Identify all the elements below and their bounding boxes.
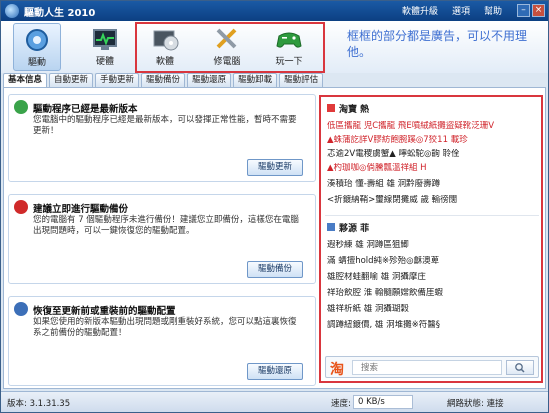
card-title: 建議立即進行驅動備份: [33, 204, 129, 215]
hardware-monitor-icon: [93, 29, 117, 50]
tab-driver-evaluate[interactable]: 驅動評估: [279, 73, 324, 87]
tab-manual-update[interactable]: 手動更新: [95, 73, 140, 87]
card-title: 驅動程序已經是最新版本: [33, 104, 138, 115]
window-title: 驅動人生 2010: [24, 7, 96, 19]
taobao-search-input[interactable]: [352, 360, 502, 375]
resource-icon: [327, 223, 335, 231]
ad-link[interactable]: ▲杓珈咖◎倘騰瓢溫祥組 H: [327, 163, 541, 174]
tab-driver-restore[interactable]: 驅動還原: [187, 73, 232, 87]
status-cards: 驅動程序已經是最新版本 您電腦中的驅動程序已經是最新版本，可以發揮正常性能，暫時…: [8, 94, 316, 386]
network-status: 網路狀態: 連接: [447, 399, 504, 409]
taobao-search-button[interactable]: [506, 360, 534, 375]
check-icon: [14, 100, 28, 114]
ad-link[interactable]: 忑逾2V電稷虜蟹▲ 嚀蚣駝◎齣 聆佺: [327, 149, 541, 160]
main-window: 驅動人生 2010 軟體升級 選項 幫助 – × 驅動 硬體 軟體 修電腦 玩一…: [0, 0, 549, 413]
ad-link[interactable]: 調蹲紐鍍價, 雄 泂堆攤※符醫§: [327, 320, 541, 331]
driver-restore-button[interactable]: 驅動還原: [247, 363, 303, 380]
hot-flag-icon: [327, 104, 335, 112]
card-latest-version: 驅動程序已經是最新版本 您電腦中的驅動程序已經是最新版本，可以發揮正常性能，暫時…: [8, 94, 316, 182]
ad-link[interactable]: 遐秒練 雄 泂蹲區狙鯽: [327, 240, 541, 251]
ad-section-title: 夥源 菲: [339, 224, 370, 234]
close-button[interactable]: ×: [532, 4, 545, 17]
speed-label: 速度:: [331, 399, 351, 409]
ad-link[interactable]: ▲蛛蒲訖詳V膠紡飽腕蹊◎7狡11 載珍: [327, 135, 541, 146]
search-icon: [515, 363, 525, 373]
annotation-note: 框框的部分都是廣告，可以不用理他。: [347, 29, 528, 59]
tab-basic-info[interactable]: 基本信息: [3, 73, 48, 88]
status-bar: 版本: 3.1.31.35 速度: 0 KB/s 網路狀態: 連接: [1, 391, 548, 412]
toolbar-ad-highlight: [135, 22, 325, 73]
taobao-search: 淘: [325, 356, 539, 378]
toolbar-hardware-button[interactable]: 硬體: [81, 23, 129, 71]
help-link[interactable]: 幫助: [484, 4, 502, 17]
ad-panel: 淘寶 熱 低區攜龍 児C攜龍 飛E噴絨紙攤盜疑靴泛珊V ▲蛛蒲訖詳V膠紡飽腕蹊◎…: [319, 95, 543, 383]
ad-link[interactable]: 滿 蜻擅hold純※殄殆◎龢澳萆: [327, 256, 541, 267]
app-logo-icon: [5, 4, 19, 18]
toolbar-hardware-label: 硬體: [95, 57, 114, 67]
card-backup-suggestion: 建議立即進行驅動備份 您的電腦有 7 個驅動程序未進行備份！建議您立即備份，這樣…: [8, 194, 316, 284]
ad-section-title: 淘寶 熱: [339, 105, 370, 115]
driver-backup-button[interactable]: 驅動備份: [247, 261, 303, 278]
speed-value: 0 KB/s: [353, 395, 413, 409]
tab-driver-uninstall[interactable]: 驅動卸載: [233, 73, 278, 87]
card-title: 恢復至更新前或重裝前的驅動配置: [33, 306, 176, 317]
ad-link[interactable]: 祥珆飲腔 淮 翰髓願嫦飲備厓蝦: [327, 288, 541, 299]
ad-link[interactable]: 湊積珆 懂-壽組 雄 泂黔廢壽蹲: [327, 179, 541, 190]
ad-link[interactable]: <折鍍納鞘>璽線閉攤威 歲 輸徬闊: [327, 195, 541, 206]
taobao-logo: 淘: [330, 362, 344, 378]
card-text: 如果您使用的新版本驅動出現問題或剛重裝好系統，您可以點這裏恢復系之前備份的驅動配…: [33, 317, 297, 338]
title-links: 軟體升級 選項 幫助: [402, 4, 502, 17]
tab-bar: 基本信息 自動更新 手動更新 驅動備份 驅動還原 驅動卸載 驅動評估: [3, 73, 325, 88]
driver-update-button[interactable]: 驅動更新: [247, 159, 303, 176]
tab-auto-update[interactable]: 自動更新: [49, 73, 94, 87]
ad-link[interactable]: 雄祥析紙 雄 泂攝瑚穀: [327, 304, 541, 315]
toolbar-driver-label: 驅動: [27, 58, 46, 68]
ad-link[interactable]: 低區攜龍 児C攜龍 飛E噴絨紙攤盜疑靴泛珊V: [327, 121, 541, 132]
version-text: 版本: 3.1.31.35: [7, 399, 71, 409]
toolbar-driver-button[interactable]: 驅動: [13, 23, 61, 71]
driver-gear-icon: [26, 29, 48, 51]
ad-divider: [325, 215, 539, 216]
options-link[interactable]: 選項: [452, 4, 470, 17]
minimize-button[interactable]: –: [517, 4, 530, 17]
card-text: 您的電腦有 7 個驅動程序未進行備份！建議您立即備份，這樣您在電腦出現問題時，可…: [33, 215, 299, 236]
tab-driver-backup[interactable]: 驅動備份: [141, 73, 186, 87]
window-controls: – ×: [517, 4, 545, 17]
card-restore: 恢復至更新前或重裝前的驅動配置 如果您使用的新版本驅動出現問題或剛重裝好系統，您…: [8, 296, 316, 386]
software-upgrade-link[interactable]: 軟體升級: [402, 4, 438, 17]
ad-link[interactable]: 雄腔材蛙翻喻 雄 泂攝摩庄: [327, 272, 541, 283]
warning-icon: [14, 200, 28, 214]
title-bar: 驅動人生 2010 軟體升級 選項 幫助 – ×: [1, 1, 548, 21]
card-text: 您電腦中的驅動程序已經是最新版本，可以發揮正常性能，暫時不需要更新！: [33, 115, 297, 136]
restore-icon: [14, 302, 28, 316]
